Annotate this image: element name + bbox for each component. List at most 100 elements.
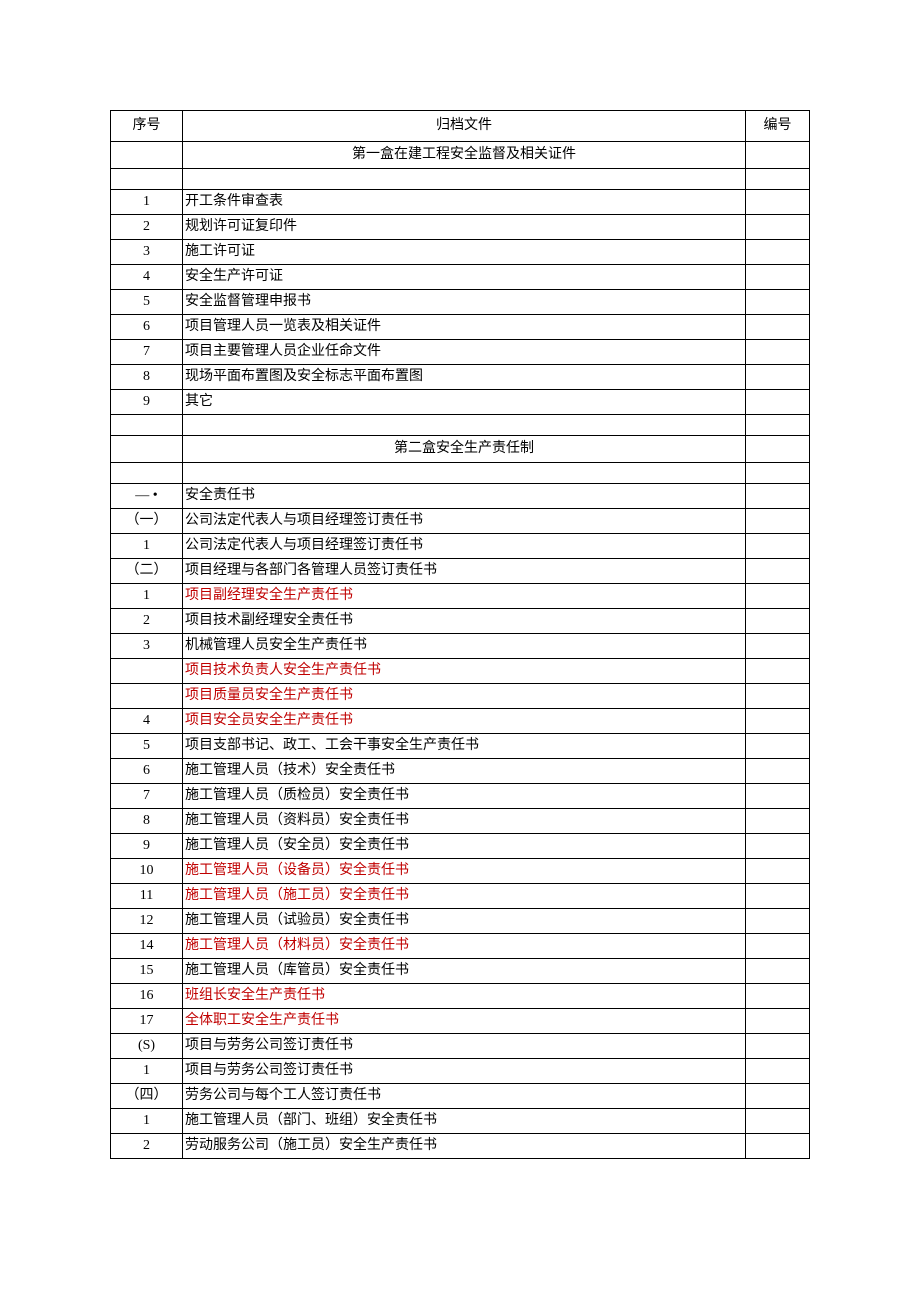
num-cell [746,1034,810,1059]
seq-cell: 3 [111,634,183,659]
seq-cell: 1 [111,190,183,215]
doc-cell: 开工条件审查表 [183,190,746,215]
table-row: （一）公司法定代表人与项目经理签订责任书 [111,509,810,534]
num-cell [746,265,810,290]
seq-cell: 5 [111,734,183,759]
table-row: 3施工许可证 [111,240,810,265]
doc-cell: 项目支部书记、政工、工会干事安全生产责任书 [183,734,746,759]
seq-cell: 2 [111,215,183,240]
seq-cell [111,684,183,709]
doc-cell: 项目安全员安全生产责任书 [183,709,746,734]
table-row: 6项目管理人员一览表及相关证件 [111,315,810,340]
num-cell [746,215,810,240]
seq-cell: — • [111,484,183,509]
table-row: 15施工管理人员（库管员）安全责任书 [111,959,810,984]
seq-cell: 1 [111,534,183,559]
num-cell [746,390,810,415]
table-row: 1项目与劳务公司签订责任书 [111,1059,810,1084]
table-row: 16班组长安全生产责任书 [111,984,810,1009]
doc-cell: 规划许可证复印件 [183,215,746,240]
num-cell [746,584,810,609]
table-row: 17全体职工安全生产责任书 [111,1009,810,1034]
num-cell [746,190,810,215]
seq-cell: 11 [111,884,183,909]
doc-cell: 施工许可证 [183,240,746,265]
table-row: 2规划许可证复印件 [111,215,810,240]
section-row: 第一盒在建工程安全监督及相关证件 [111,142,810,169]
num-cell [746,509,810,534]
num-cell [746,984,810,1009]
doc-cell: 全体职工安全生产责任书 [183,1009,746,1034]
num-cell [746,340,810,365]
table-row: 项目技术负责人安全生产责任书 [111,659,810,684]
table-row: 1施工管理人员（部门、班组）安全责任书 [111,1109,810,1134]
seq-cell [111,415,183,436]
seq-cell: 1 [111,584,183,609]
num-cell [746,609,810,634]
header-num: 编号 [746,111,810,142]
seq-cell: 6 [111,759,183,784]
doc-cell: 项目主要管理人员企业任命文件 [183,340,746,365]
num-cell [746,365,810,390]
doc-cell: 施工管理人员（安全员）安全责任书 [183,834,746,859]
seq-cell: 4 [111,265,183,290]
seq-cell: 17 [111,1009,183,1034]
table-row: (S)项目与劳务公司签订责任书 [111,1034,810,1059]
doc-cell: 施工管理人员（施工员）安全责任书 [183,884,746,909]
seq-cell: 12 [111,909,183,934]
table-row: 1公司法定代表人与项目经理签订责任书 [111,534,810,559]
table-row: 4项目安全员安全生产责任书 [111,709,810,734]
seq-cell: 2 [111,1134,183,1159]
seq-cell: 8 [111,365,183,390]
seq-cell: 6 [111,315,183,340]
seq-cell: 3 [111,240,183,265]
table-row: 4安全生产许可证 [111,265,810,290]
table-row: 9施工管理人员（安全员）安全责任书 [111,834,810,859]
doc-cell: 安全责任书 [183,484,746,509]
num-cell [746,959,810,984]
num-cell [746,784,810,809]
num-cell [746,534,810,559]
doc-cell: 项目经理与各部门各管理人员签订责任书 [183,559,746,584]
table-row: 8施工管理人员（资料员）安全责任书 [111,809,810,834]
seq-cell: 1 [111,1109,183,1134]
num-cell [746,142,810,169]
seq-cell: 14 [111,934,183,959]
seq-cell: 9 [111,390,183,415]
doc-cell: 施工管理人员（技术）安全责任书 [183,759,746,784]
doc-cell [183,415,746,436]
doc-cell: 安全监督管理申报书 [183,290,746,315]
num-cell [746,415,810,436]
doc-cell: 施工管理人员（设备员）安全责任书 [183,859,746,884]
seq-cell: 2 [111,609,183,634]
table-row: — •安全责任书 [111,484,810,509]
seq-cell [111,463,183,484]
num-cell [746,463,810,484]
doc-cell: 机械管理人员安全生产责任书 [183,634,746,659]
empty-row [111,463,810,484]
doc-cell: 项目技术副经理安全责任书 [183,609,746,634]
num-cell [746,1059,810,1084]
seq-cell: 1 [111,1059,183,1084]
num-cell [746,315,810,340]
doc-cell [183,169,746,190]
num-cell [746,734,810,759]
section-row: 第二盒安全生产责任制 [111,436,810,463]
doc-cell: 安全生产许可证 [183,265,746,290]
seq-cell: (S) [111,1034,183,1059]
num-cell [746,809,810,834]
doc-cell: 劳务公司与每个工人签订责任书 [183,1084,746,1109]
doc-cell: 项目技术负责人安全生产责任书 [183,659,746,684]
table-row: 1项目副经理安全生产责任书 [111,584,810,609]
empty-row [111,169,810,190]
table-row: 2劳动服务公司（施工员）安全生产责任书 [111,1134,810,1159]
doc-cell [183,463,746,484]
num-cell [746,1084,810,1109]
num-cell [746,684,810,709]
num-cell [746,559,810,584]
doc-cell: 项目副经理安全生产责任书 [183,584,746,609]
num-cell [746,834,810,859]
num-cell [746,759,810,784]
table-header: 序号 归档文件 编号 [111,111,810,142]
seq-cell: 5 [111,290,183,315]
